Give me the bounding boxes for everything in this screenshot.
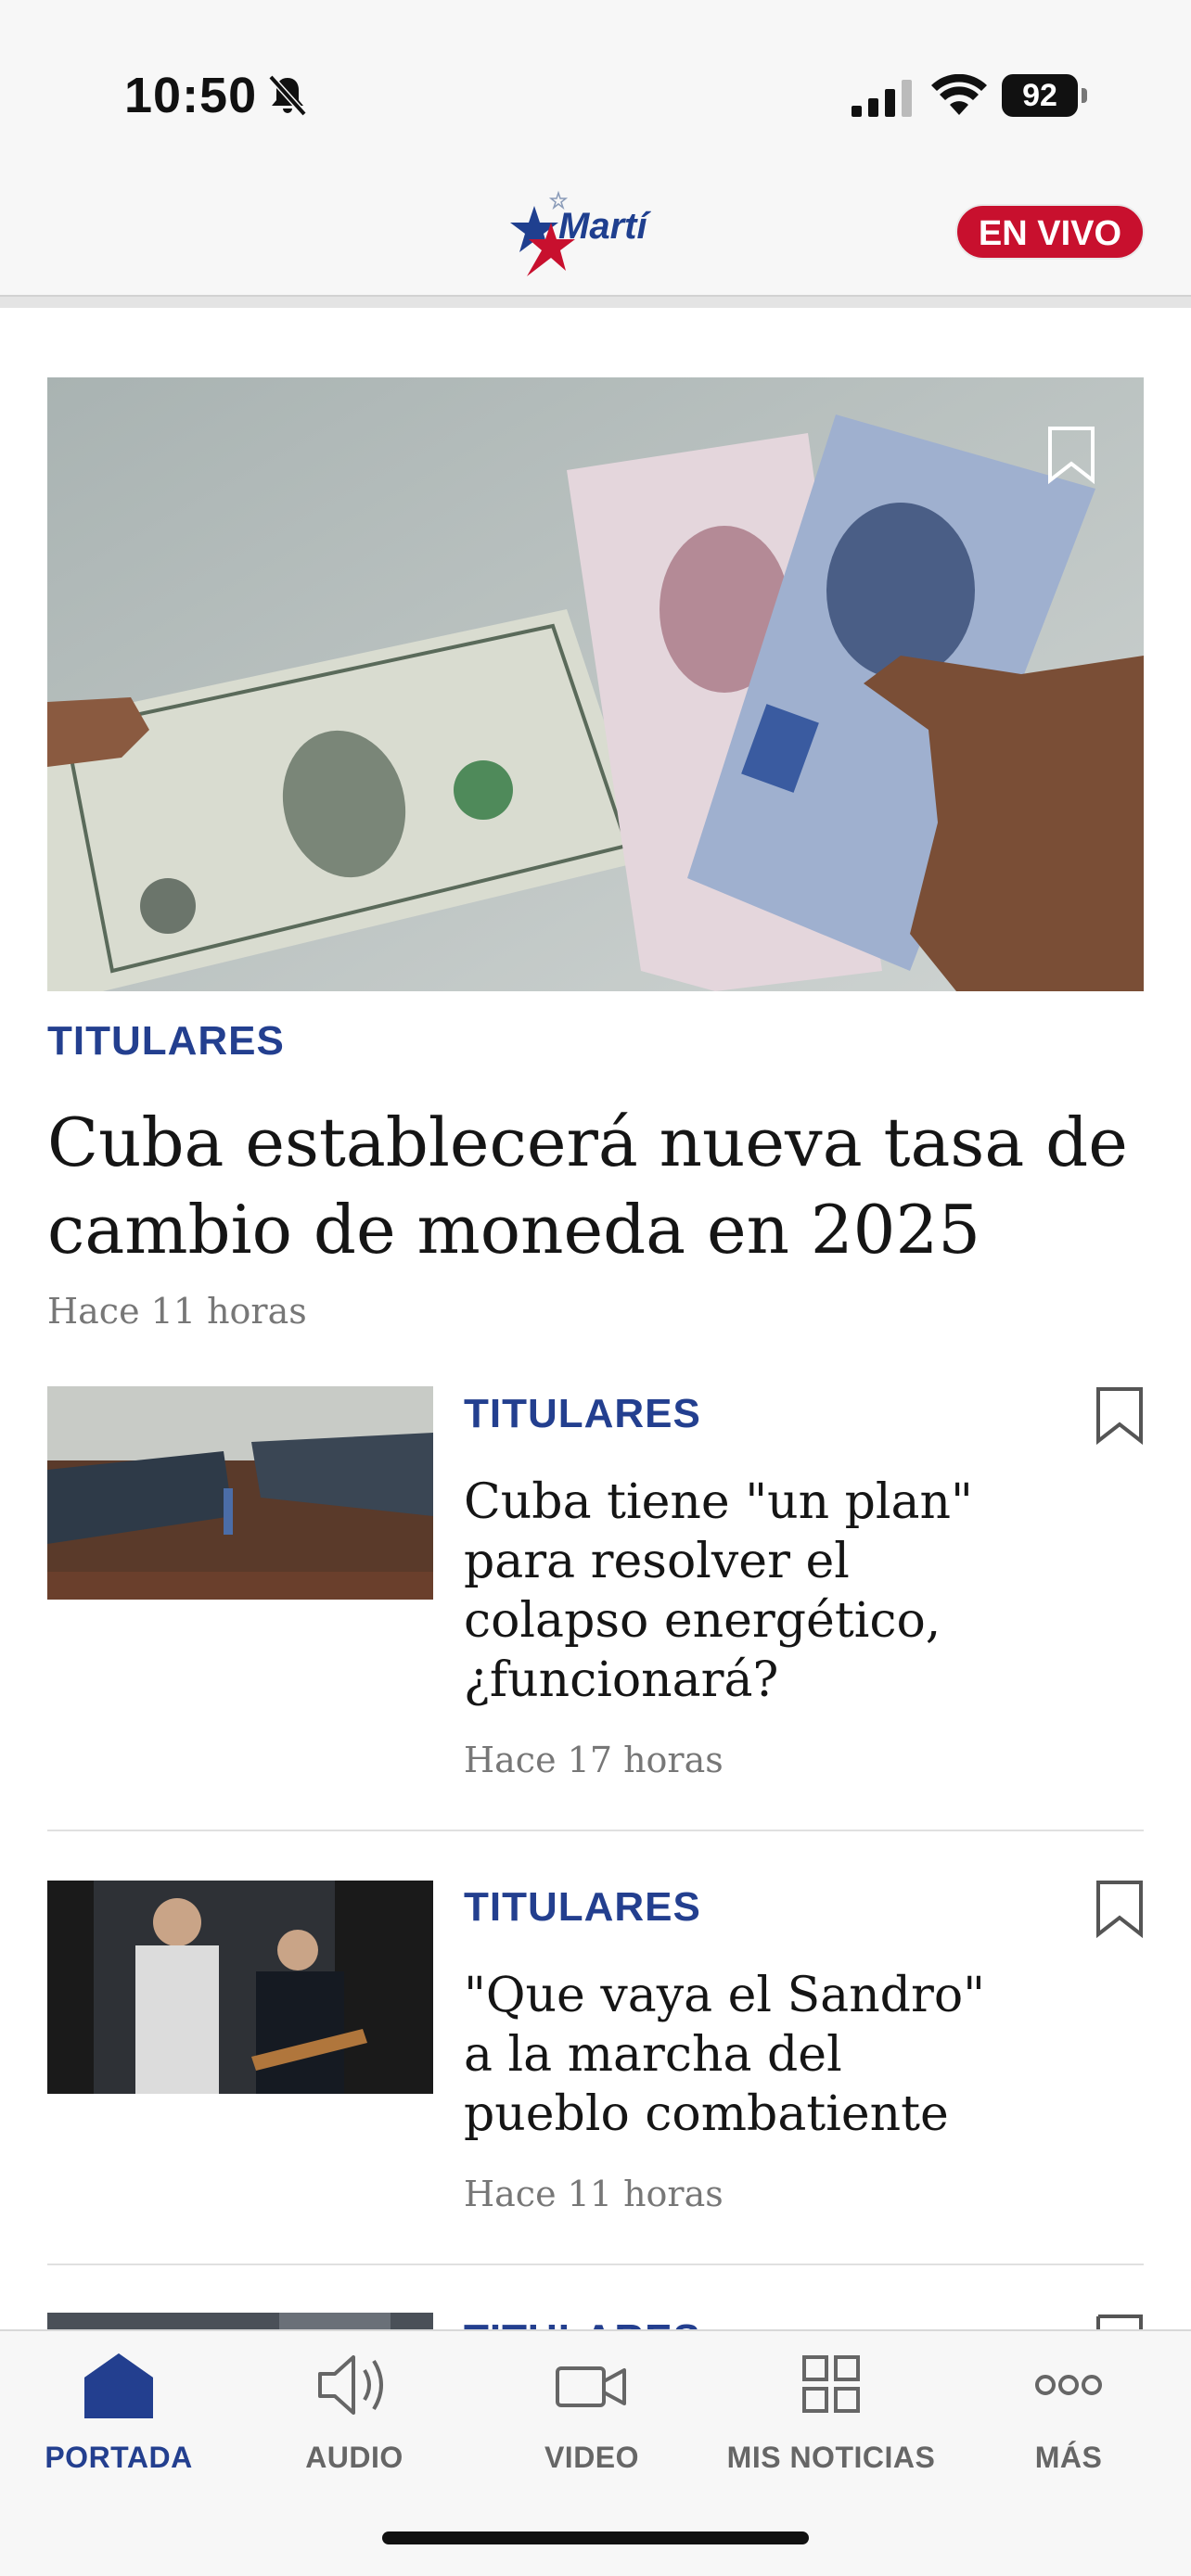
speaker-icon — [318, 2355, 383, 2415]
article-title[interactable]: Cuba tiene "un plan" para resolver el co… — [464, 1473, 1020, 1710]
article-thumbnail-solar[interactable] — [47, 1386, 433, 1600]
home-indicator[interactable] — [382, 2531, 809, 2544]
cellular-signal-icon — [852, 80, 912, 117]
tab-label: VIDEO — [544, 2441, 640, 2474]
tab-audio[interactable]: AUDIO — [243, 2331, 466, 2517]
article-timestamp: Hace 17 horas — [464, 1740, 724, 1780]
article-category[interactable]: TITULARES — [464, 1391, 701, 1437]
article-timestamp: Hace 11 horas — [464, 2174, 724, 2214]
tab-mis-noticias[interactable]: MIS NOTICIAS — [720, 2331, 942, 2517]
tab-label: MÁS — [1034, 2441, 1103, 2474]
home-icon — [84, 2353, 153, 2418]
hero-timestamp: Hace 11 horas — [47, 1291, 307, 1332]
header-divider — [0, 295, 1191, 308]
article-category[interactable]: TITULARES — [464, 1884, 701, 1931]
bookmark-icon[interactable] — [1095, 1879, 1145, 1938]
article-thumbnail-concert[interactable] — [47, 1881, 433, 2094]
solar-panels-photo — [47, 1386, 433, 1600]
status-time: 10:50 — [124, 68, 258, 123]
hero-article-image[interactable] — [47, 377, 1144, 991]
battery-level: 92 — [1002, 74, 1078, 117]
tab-label: AUDIO — [305, 2441, 403, 2474]
tab-video[interactable]: VIDEO — [480, 2331, 703, 2517]
video-camera-icon — [556, 2366, 626, 2407]
tab-portada[interactable]: PORTADA — [7, 2331, 230, 2517]
app-header: Martí EN VIVO — [0, 167, 1191, 297]
logo-text: Martí — [558, 206, 647, 247]
marti-logo[interactable]: Martí — [510, 185, 677, 282]
article-divider — [47, 2264, 1144, 2265]
concert-photo — [47, 1881, 433, 2094]
more-dots-icon — [1035, 2375, 1102, 2395]
hero-category[interactable]: TITULARES — [47, 1018, 285, 1065]
status-bar: 10:50 92 — [0, 0, 1191, 167]
battery-tip — [1082, 88, 1087, 103]
bookmark-icon[interactable] — [1095, 1385, 1145, 1445]
grid-icon — [802, 2355, 860, 2413]
hero-bookmark-icon[interactable] — [1046, 425, 1096, 484]
muted-bell-icon — [268, 74, 307, 117]
tab-label: PORTADA — [45, 2441, 193, 2474]
tab-mas[interactable]: MÁS — [957, 2331, 1180, 2517]
live-button[interactable]: EN VIVO — [955, 204, 1145, 260]
wifi-icon — [931, 74, 987, 115]
battery-indicator: 92 — [1002, 74, 1087, 117]
hero-title[interactable]: Cuba establecerá nueva tasa de cambio de… — [47, 1099, 1144, 1273]
tab-label: MIS NOTICIAS — [726, 2441, 936, 2474]
article-divider — [47, 1830, 1144, 1831]
article-title[interactable]: "Que vaya el Sandro" a la marcha del pue… — [464, 1966, 1020, 2144]
currency-photo — [47, 377, 1144, 991]
